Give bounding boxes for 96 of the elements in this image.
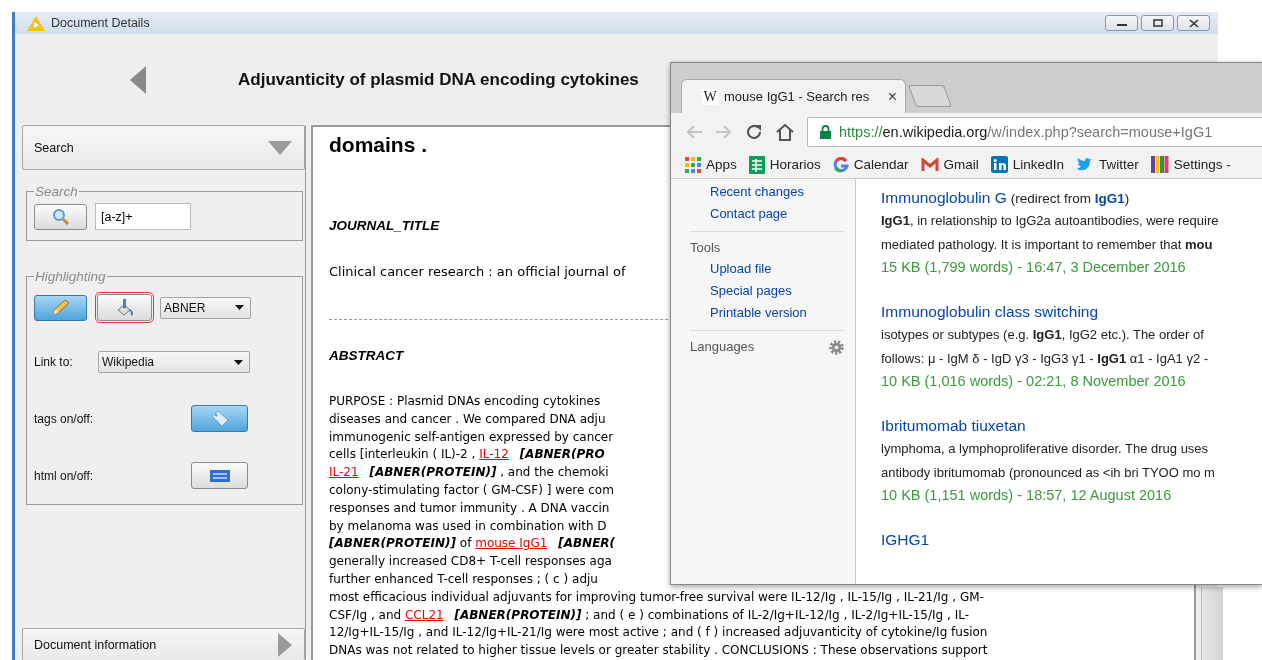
maximize-icon [1152,19,1163,27]
close-button[interactable] [1177,15,1210,31]
abstract-line: IL-21 [ABNER(PROTEIN)] , and the chemoki [329,464,609,482]
result-title-link[interactable]: Ibritumomab tiuxetan [881,415,1026,437]
abstract-line: [ABNER(PROTEIN)] of mouse IgG1 [ABNER( [329,535,616,553]
abstract-line: immunogenic self-antigen expressed by cancer [329,428,614,446]
result-snippet: lymphoma, a lymphoproliferative disorder. The drug uses [881,440,1209,458]
window-title: Document Details [51,16,150,30]
result-snippet: mediated pathology. It is important to remember that mou [881,235,1213,254]
entity-link[interactable]: mouse IgG1 [475,536,548,551]
tagger-dropdown[interactable]: ABNER [160,296,251,319]
spreadsheet-icon [748,155,765,174]
home-icon[interactable] [775,123,795,141]
bookmark[interactable]: Calendar [832,156,909,173]
link-dropdown[interactable]: Wikipedia [98,351,250,373]
document-title: Adjuvanticity of plasmid DNA encoding cytokines [238,69,639,90]
abstract-line: cells [interleukin ( IL)-2 , IL-12 [ABNER(PRO [329,446,605,464]
bookmark[interactable]: Gmail [920,157,979,172]
sidebar-link[interactable]: Upload file [710,258,772,280]
abstract-line: diseases and cancer . We compared DNA adju [329,410,606,428]
pencil-button[interactable] [34,294,87,321]
sidebar-link[interactable]: Recent changes [710,181,804,203]
warning-icon [27,15,45,31]
apps-grid-icon [685,156,701,173]
search-icon [51,207,70,226]
favicon: W [702,88,718,105]
toggle-button[interactable] [191,405,248,432]
tab-close-button[interactable]: × [887,87,897,106]
entity-link[interactable]: CCL21 [404,607,444,622]
group-legend: Search [34,184,79,199]
entity-link[interactable]: IL-12 [479,447,509,462]
envelope-icon [920,157,939,172]
result-title-link[interactable]: Immunoglobulin class switching [881,301,1099,323]
browser-tab[interactable]: W mouse IgG1 - Search res × [681,79,906,113]
section-heading: JOURNAL_TITLE [329,218,440,233]
abstract-line: CSF/Ig , and CCL21 [ABNER(PROTEIN)] ; and ( e ) combinations of IL-2/Ig+IL-12/Ig , IL-2/Ig+IL-15/Ig , IL- [329,606,969,624]
abstract-line: 12/Ig+IL-15/Ig , and IL-12/Ig+IL-21/Ig were most active ; and ( f ) increased adjuvanticity of cytokine/Ig fusion [329,624,988,642]
search-button[interactable] [34,203,87,230]
abstract-line: colony-stimulating factor ( GM-CSF) ] were com [329,482,614,499]
toggle-button[interactable] [191,462,248,489]
abstract-line: PURPOSE : Plasmid DNAs encoding cytokines [329,393,601,410]
search-field[interactable]: [a-z]+ [95,203,191,230]
address-field[interactable]: https://en.wikipedia.org/w/index.php?search=mouse+IgG1 [807,117,1262,147]
reload-icon[interactable] [745,123,763,141]
abstract-line: further enhanced T-cell responses ; ( c ) adju [329,570,598,588]
abstract-line: most efficacious individual adjuvants for improving tumor-free survival were IL-12/Ig , IL-15/Ig , IL-21/Ig , GM- [329,588,984,606]
html-file-icon [209,469,230,482]
entity-link[interactable]: IL-21 [329,465,359,480]
toggle-label: tags on/off: [34,411,94,426]
google-ring-icon [832,156,849,173]
result-snippet: IgG1, in relationship to IgG2a autoantibodies, were require [881,212,1219,230]
section-heading: ABSTRACT [329,348,404,363]
abstract-line: responses and tumor immunity . A DNA vaccin [329,499,610,517]
result-snippet: isotypes or subtypes (e.g. IgG1, IgG2 etc.). The order of [881,326,1204,344]
bookmark[interactable]: Apps [685,156,737,173]
abstract-line: by melanoma was used in combination with D [329,517,607,535]
toggle-label: html on/off: [34,468,94,483]
redirect-note: (redirect from IgG1) [1010,191,1130,206]
sidebar-link[interactable]: Contact page [710,203,788,225]
scroll-bar[interactable] [1201,587,1223,660]
bookmark[interactable]: Horarios [748,155,821,174]
sidebar-heading: Tools [690,239,721,257]
accordion-header[interactable]: Document information [22,628,305,660]
result-title-link[interactable]: Immunoglobulin G [881,187,1007,209]
bookmark[interactable]: Twitter [1075,157,1139,172]
dropdown-caret-icon [235,305,244,310]
color-stripes-icon [1150,156,1169,173]
abstract-line: DNAs was not related to higher tissue levels or greater stability . CONCLUSIONS : These observations support [329,642,988,660]
sidebar-link[interactable]: Printable version [710,302,807,324]
dropdown-caret-icon [234,359,243,365]
link-label: Link to: [34,355,74,369]
group-legend: Highlighting [34,269,107,284]
sidebar-link[interactable]: Special pages [710,280,792,302]
lock-icon [820,125,831,139]
result-snippet: follows: μ - IgM δ - IgD γ3 - IgG3 γ1 - IgG1 α1 - IgA1 γ2 - [881,349,1209,368]
result-snippet: antibody ibritumomab (pronounced as <ih bri TYOO mo m [881,463,1215,482]
sidebar-heading: Languages [690,338,755,356]
minimize-button[interactable] [1105,15,1138,31]
result-title-link[interactable]: IGHG1 [881,529,930,551]
accordion-header[interactable]: Search [22,125,305,170]
abstract-line: generally increased CD8+ T-cell responses aga [329,553,612,571]
close-icon [1188,18,1199,28]
result-meta: 10 KB (1,151 words) - 18:57, 12 August 2016 [881,486,1172,505]
pencil-icon [49,298,72,317]
settings-icon[interactable] [828,338,845,356]
bookmark[interactable]: Settings - [1150,156,1231,173]
linkedin-square-icon [990,156,1008,173]
maximize-button[interactable] [1141,15,1174,31]
tag-icon [209,409,230,428]
back-arrow-icon[interactable] [130,65,146,94]
result-meta: 10 KB (1,016 words) - 02:21, 8 November 2016 [881,372,1186,391]
result-meta: 15 KB (1,799 words) - 16:47, 3 December 2016 [881,258,1186,277]
brush-button[interactable] [97,294,152,321]
bookmark[interactable]: LinkedIn [990,156,1064,173]
journal-title: Clinical cancer research : an official journal of [329,264,626,279]
bird-icon [1075,157,1094,172]
